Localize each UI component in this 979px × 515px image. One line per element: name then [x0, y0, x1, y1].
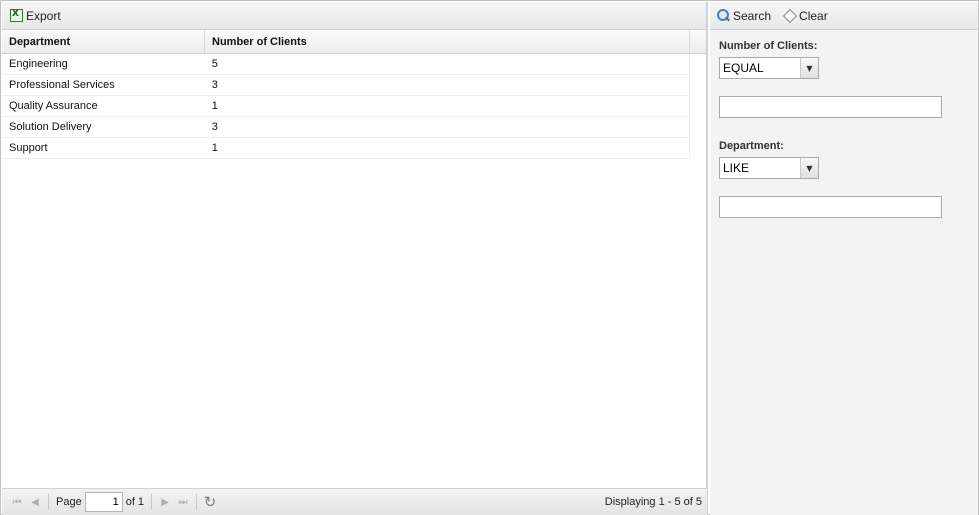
paging-separator	[196, 494, 198, 510]
export-label: Export	[26, 8, 61, 23]
paging-display-text: Displaying 1 - 5 of 5	[604, 496, 702, 508]
table-row[interactable]: Support 1	[2, 138, 690, 159]
column-header-number-of-clients[interactable]: Number of Clients	[205, 30, 690, 53]
table-row[interactable]: Quality Assurance 1	[2, 96, 690, 117]
eraser-icon	[783, 9, 796, 22]
column-header-spacer	[690, 30, 706, 53]
first-page-icon[interactable]: ⏮	[8, 493, 26, 511]
operator-value: LIKE	[723, 161, 750, 175]
grid-toolbar: Export	[2, 2, 706, 30]
department-cell: Professional Services	[9, 79, 115, 91]
clients-cell: 1	[211, 100, 218, 112]
filter-form: Number of Clients: EQUAL ▼ Department: L…	[719, 40, 959, 218]
number-of-clients-value-input[interactable]	[719, 96, 942, 118]
search-label: Search	[733, 8, 772, 23]
grid-header: Department Number of Clients	[2, 30, 706, 54]
last-page-icon[interactable]: ⏭	[174, 493, 192, 511]
column-header-department[interactable]: Department	[2, 30, 205, 53]
page-label: Page	[56, 496, 82, 508]
paging-toolbar: ⏮ ◀ Page of 1 ▶ ⏭ ↻ Displaying 1 - 5 of …	[2, 488, 707, 515]
grid-panel: Export Department Number of Clients Engi…	[2, 2, 708, 515]
app-frame: Export Department Number of Clients Engi…	[0, 0, 979, 515]
table-row[interactable]: Solution Delivery 3	[2, 117, 690, 138]
department-cell: Solution Delivery	[9, 121, 92, 133]
clients-cell: 3	[211, 79, 218, 91]
chevron-down-icon: ▼	[800, 58, 818, 78]
page-number-input[interactable]	[84, 492, 123, 512]
table-row[interactable]: Engineering 5	[2, 54, 690, 75]
search-button[interactable]: Search	[714, 5, 774, 27]
refresh-icon[interactable]: ↻	[201, 493, 219, 511]
department-cell: Support	[9, 142, 48, 154]
department-label: Department:	[719, 140, 784, 152]
search-icon	[717, 9, 730, 22]
department-cell: Engineering	[9, 58, 68, 70]
operator-value: EQUAL	[723, 61, 764, 75]
clients-cell: 3	[211, 121, 218, 133]
clear-button[interactable]: Clear	[780, 5, 831, 27]
table-row[interactable]: Professional Services 3	[2, 75, 690, 96]
number-of-clients-operator-select[interactable]: EQUAL ▼	[719, 57, 819, 79]
clients-cell: 5	[211, 58, 218, 70]
filter-toolbar: Search Clear	[710, 2, 978, 30]
filter-panel: Search Clear Number of Clients: EQUAL ▼ …	[710, 2, 978, 515]
clear-label: Clear	[799, 8, 828, 23]
field-spacer	[719, 118, 959, 140]
page-count-label: of 1	[125, 496, 145, 508]
next-page-icon[interactable]: ▶	[156, 493, 174, 511]
department-cell: Quality Assurance	[9, 100, 98, 112]
previous-page-icon[interactable]: ◀	[26, 493, 44, 511]
chevron-down-icon: ▼	[800, 158, 818, 178]
paging-separator	[48, 494, 49, 510]
number-of-clients-label: Number of Clients:	[719, 40, 818, 52]
paging-separator	[151, 494, 153, 510]
clients-cell: 1	[211, 142, 218, 154]
department-value-input[interactable]	[719, 196, 942, 218]
export-button[interactable]: Export	[7, 5, 64, 27]
grid-body: Engineering 5 Professional Services 3 Qu…	[2, 54, 690, 159]
excel-icon	[10, 9, 23, 22]
department-operator-select[interactable]: LIKE ▼	[719, 157, 819, 179]
